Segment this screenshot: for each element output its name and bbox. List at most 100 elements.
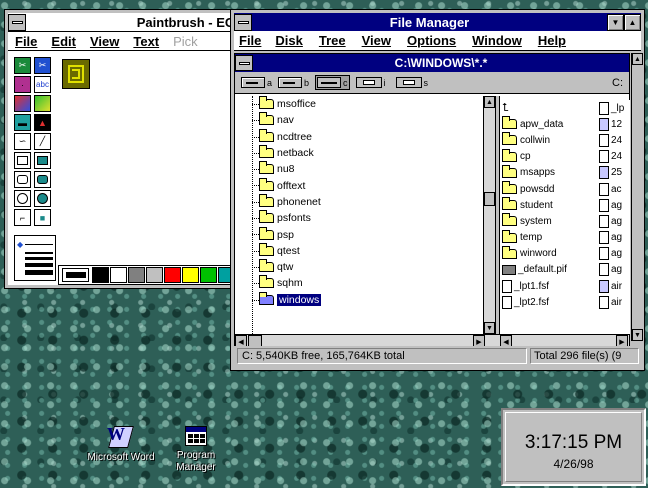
file-list-item[interactable]: winword [502, 245, 597, 262]
clock-window[interactable]: 3:17:15 PM 4/26/98 [501, 408, 646, 486]
file-list-item[interactable]: cp [502, 148, 597, 165]
system-menu-box[interactable] [234, 13, 252, 31]
file-list-item[interactable]: air [599, 278, 630, 294]
menu-tree[interactable]: Tree [319, 33, 346, 48]
tree-item[interactable]: sqhm [247, 275, 321, 291]
menu-options[interactable]: Options [407, 33, 456, 48]
tree-item[interactable]: phonenet [247, 193, 321, 210]
drive-c[interactable]: c [315, 75, 350, 90]
tree-item[interactable]: ncdtree [247, 128, 321, 145]
tree-item[interactable]: netback [247, 145, 321, 161]
directory-window[interactable]: C:\WINDOWS\*.* a b c i s C: msoffice nav… [234, 53, 630, 353]
color-eraser-icon[interactable] [14, 95, 31, 112]
filled-box-icon[interactable] [34, 152, 51, 169]
tree-item[interactable]: psp [247, 226, 321, 242]
file-list-item[interactable]: 25 [599, 165, 630, 181]
file-list-item[interactable]: 24 [599, 149, 630, 165]
circle-icon[interactable] [14, 190, 31, 207]
line-icon[interactable]: ╱ [34, 133, 51, 150]
box-icon[interactable] [14, 152, 31, 169]
palette-color-swatch[interactable] [92, 267, 109, 283]
file-list-item[interactable]: _default.pif [502, 262, 597, 278]
filled-circle-icon[interactable] [34, 190, 51, 207]
linesize-box[interactable]: ◆ [14, 235, 56, 281]
palette-color-swatch[interactable] [146, 267, 163, 283]
file-manager-titlebar[interactable]: File Manager ▼ ▲ [234, 13, 641, 31]
tree-item[interactable]: qtw [247, 259, 321, 275]
directory-tree[interactable]: msoffice nav ncdtree netback nu8 offtext phone… [235, 96, 483, 334]
file-list-item[interactable]: student [502, 197, 597, 213]
scroll-down-arrow-icon[interactable]: ▼ [632, 329, 643, 341]
paint-canvas[interactable] [58, 53, 237, 263]
desktop-icon-program-manager[interactable]: Program Manager [168, 420, 224, 474]
filled-polygon-icon[interactable]: ■ [34, 209, 51, 226]
rounded-box-icon[interactable] [14, 171, 31, 188]
file-list-item[interactable]: air [599, 294, 630, 310]
file-list-item[interactable]: collwin [502, 132, 597, 148]
file-list[interactable]: ⮤.. apw_datacollwin cp msapps powsdd student s… [502, 100, 630, 334]
file-list-item[interactable]: ag [599, 262, 630, 278]
tree-item[interactable]: windows [247, 291, 322, 308]
file-list-item[interactable]: _lpt2.fsf [502, 294, 597, 310]
menu-text[interactable]: Text [133, 34, 159, 49]
directory-titlebar[interactable]: C:\WINDOWS\*.* [235, 54, 629, 72]
pane-splitter[interactable] [495, 96, 500, 334]
menu-view[interactable]: View [362, 33, 391, 48]
file-list-item[interactable]: ag [599, 213, 630, 229]
tree-item[interactable]: qtest [247, 242, 321, 259]
palette-color-swatch[interactable] [164, 267, 181, 283]
paintbrush-window[interactable]: Paintbrush - EG File Edit View Text Pick… [4, 9, 241, 289]
file-list-item[interactable]: _lpt1.fsf [502, 278, 597, 294]
file-list-item[interactable]: temp [502, 229, 597, 246]
file-list-item[interactable]: ⮤.. [502, 100, 597, 116]
tree-item[interactable]: offtext [247, 177, 321, 193]
filled-rounded-box-icon[interactable] [34, 171, 51, 188]
file-list-item[interactable]: 24 [599, 132, 630, 148]
palette-color-swatch[interactable] [110, 267, 127, 283]
file-list-item[interactable]: powsdd [502, 181, 597, 197]
paintbrush-titlebar[interactable]: Paintbrush - EG [8, 13, 237, 31]
drive-s[interactable]: s [395, 77, 428, 88]
file-list-item[interactable]: apw_data [502, 116, 597, 132]
paint-roller-icon[interactable]: ▬ [14, 114, 31, 131]
eraser-icon[interactable] [34, 95, 51, 112]
file-list-item[interactable]: ag [599, 197, 630, 213]
text-icon[interactable]: abc [34, 76, 51, 93]
polygon-icon[interactable]: ⌐ [14, 209, 31, 226]
drive-i[interactable]: i [355, 77, 386, 88]
system-menu-box[interactable] [8, 13, 26, 31]
scroll-down-arrow-icon[interactable]: ▼ [484, 322, 495, 334]
scissors-icon[interactable]: ✂ [14, 57, 31, 74]
tree-item[interactable]: nav [247, 112, 321, 128]
menu-pick[interactable]: Pick [173, 34, 198, 49]
scroll-thumb[interactable] [484, 192, 495, 206]
file-manager-scrollbar[interactable]: ▲ ▼ [631, 53, 644, 341]
file-list-item[interactable]: ag [599, 246, 630, 262]
menu-view[interactable]: View [90, 34, 119, 49]
menu-help[interactable]: Help [538, 33, 566, 48]
palette-color-swatch[interactable] [200, 267, 217, 283]
scroll-up-arrow-icon[interactable]: ▲ [632, 53, 643, 65]
file-list-item[interactable]: ac [599, 181, 630, 197]
menu-file[interactable]: File [239, 33, 261, 48]
file-list-item[interactable]: _lp [599, 100, 630, 116]
menu-file[interactable]: File [15, 34, 37, 49]
tree-item[interactable]: psfonts [247, 210, 321, 226]
palette-color-swatch[interactable] [182, 267, 199, 283]
tree-scrollbar[interactable]: ▲ ▼ [483, 96, 495, 334]
drive-b[interactable]: b [278, 77, 309, 88]
file-manager-window[interactable]: File Manager ▼ ▲ File Disk Tree View Opt… [230, 9, 645, 371]
scroll-up-arrow-icon[interactable]: ▲ [484, 96, 495, 108]
desktop-icon-word[interactable]: W Microsoft Word [80, 420, 162, 463]
menu-edit[interactable]: Edit [51, 34, 76, 49]
tree-item[interactable]: msoffice [247, 96, 321, 112]
file-list-item[interactable]: 12 [599, 116, 630, 132]
minimize-button[interactable]: ▼ [607, 13, 624, 31]
system-menu-box[interactable] [235, 55, 253, 71]
tree-item[interactable]: nu8 [247, 161, 321, 177]
brush-icon[interactable]: ▲ [34, 114, 51, 131]
airbrush-icon[interactable]: · [14, 76, 31, 93]
menu-window[interactable]: Window [472, 33, 522, 48]
file-list-item[interactable]: msapps [502, 164, 597, 181]
pick-icon[interactable]: ✂ [34, 57, 51, 74]
